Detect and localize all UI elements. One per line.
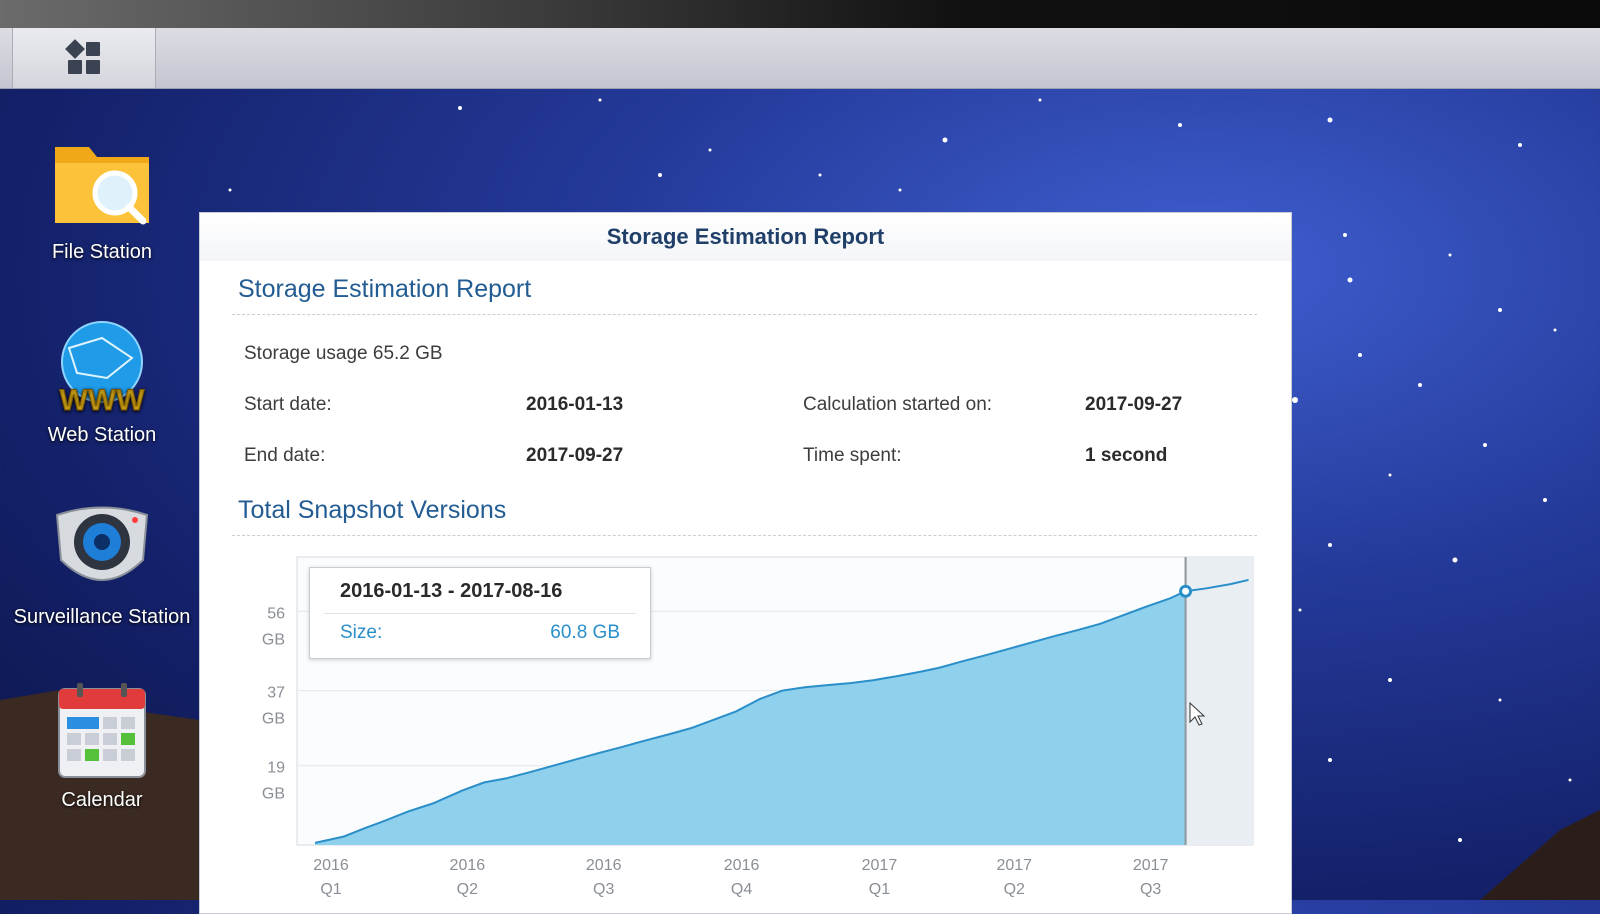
x-tick-year: 2017 — [862, 857, 898, 874]
x-tick-quarter: Q2 — [1004, 881, 1025, 898]
x-tick-year: 2016 — [450, 857, 486, 874]
x-tick-quarter: Q4 — [731, 881, 752, 898]
y-tick-unit: GB — [262, 786, 285, 803]
y-tick-label: 19 — [267, 760, 285, 777]
x-tick-year: 2016 — [724, 857, 760, 874]
snapshot-size-chart: 19 GB 37 GB 56 GB 2016 Q1 2016 Q2 2016 Q3 2016 Q4 201… — [262, 556, 1254, 898]
x-tick-quarter: Q2 — [457, 881, 478, 898]
chart-tooltip: 2016-01-13 - 2017-08-16 Size: 60.8 GB — [309, 567, 651, 659]
tooltip-size-value: 60.8 GB — [550, 622, 620, 643]
x-tick-quarter: Q3 — [593, 881, 614, 898]
x-tick-year: 2017 — [1133, 857, 1169, 874]
y-tick-unit: GB — [262, 711, 285, 728]
x-tick-quarter: Q3 — [1140, 881, 1161, 898]
x-tick-year: 2016 — [313, 857, 349, 874]
y-tick-label: 37 — [267, 685, 285, 702]
x-tick-quarter: Q1 — [869, 881, 890, 898]
tooltip-date-range: 2016-01-13 - 2017-08-16 — [340, 580, 563, 602]
x-tick-quarter: Q1 — [320, 881, 341, 898]
x-tick-year: 2017 — [996, 857, 1032, 874]
x-tick-year: 2016 — [586, 857, 622, 874]
tooltip-divider — [324, 613, 636, 614]
hover-point[interactable] — [1179, 584, 1193, 598]
y-tick-unit: GB — [262, 631, 285, 648]
future-region — [1185, 557, 1253, 845]
y-tick-label: 56 — [267, 605, 285, 622]
tooltip-size-label: Size: — [340, 622, 383, 643]
